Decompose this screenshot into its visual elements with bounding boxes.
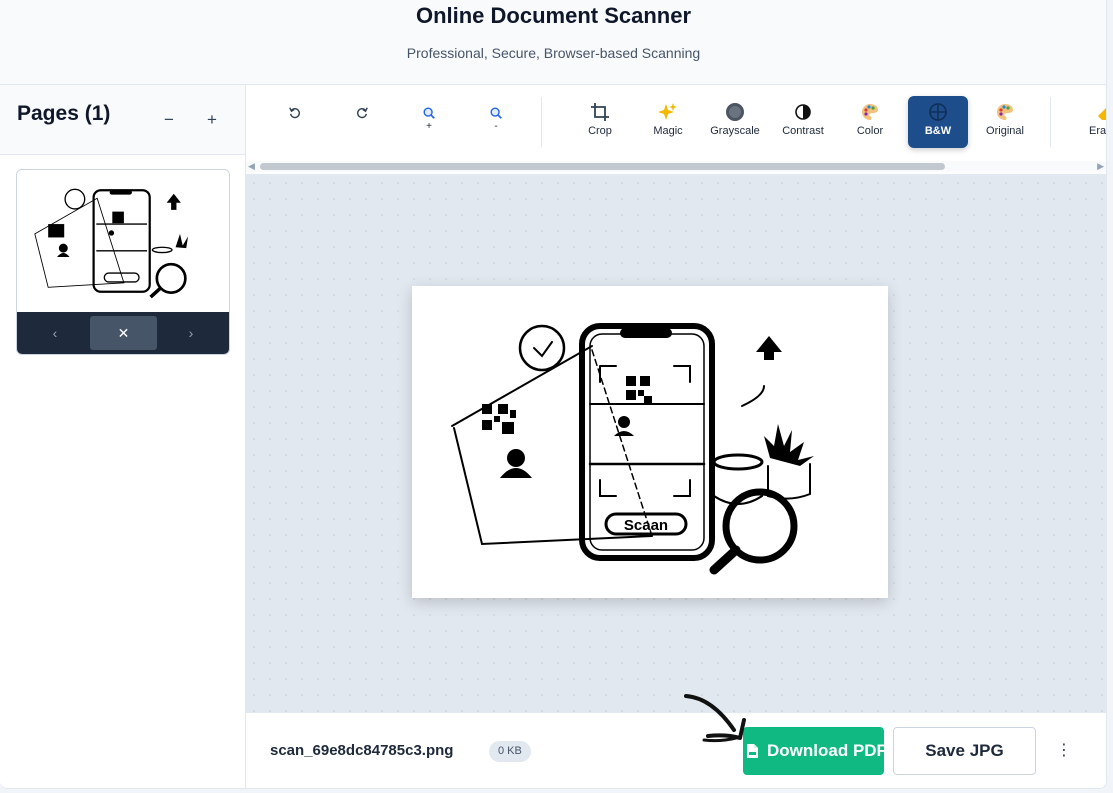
magic-button[interactable]: Magic [636, 96, 700, 148]
toolbar-divider [541, 97, 542, 147]
scanner-app: Online Document Scanner Professional, Se… [0, 0, 1107, 789]
save-jpg-button[interactable]: Save JPG [893, 727, 1036, 775]
action-footer: scan_69e8dc84785c3.png 0 KB Download PDF… [246, 712, 1106, 788]
delete-page-button[interactable]: ✕ [90, 316, 157, 350]
pages-title: Pages (1) [17, 102, 111, 125]
erase-label: Era [1089, 125, 1107, 137]
erase-button[interactable]: Era [1082, 96, 1107, 148]
zoom-out-icon [490, 107, 502, 119]
zoom-out-label: - [494, 121, 498, 132]
thumb-zoom-out-button[interactable]: − [158, 109, 180, 131]
scroll-left-arrow-icon[interactable]: ◀ [248, 161, 255, 172]
palette-icon [862, 104, 878, 120]
scanned-document-preview[interactable]: Scaan [412, 286, 888, 598]
thumb-zoom-in-button[interactable]: + [201, 109, 223, 131]
palette-icon [997, 104, 1013, 120]
pages-sidebar: Pages (1) − + ‹ ✕ › [0, 85, 246, 788]
rotate-left-icon [289, 107, 300, 119]
crop-icon [591, 103, 609, 121]
bw-label: B&W [924, 125, 952, 137]
app-header: Online Document Scanner Professional, Se… [0, 0, 1106, 85]
scan-canvas[interactable]: Scaan [246, 175, 1106, 712]
color-label: Color [856, 125, 884, 137]
toolbar-scrollbar-thumb[interactable] [260, 163, 945, 170]
annotation-arrow-icon [684, 694, 746, 743]
contrast-button[interactable]: Contrast [771, 96, 835, 148]
grayscale-label: Grayscale [710, 125, 760, 137]
rotate-right-icon [357, 107, 368, 119]
toolbar-scrollbar[interactable]: ◀ ▶ [246, 161, 1106, 172]
contrast-icon [795, 104, 811, 120]
crosshair-circle-icon [929, 103, 947, 121]
sidebar-header: Pages (1) − + [0, 85, 245, 155]
zoom-in-button[interactable]: + [397, 96, 461, 148]
thumbnail-controls: ‹ ✕ › [17, 312, 229, 354]
page-subtitle: Professional, Secure, Browser-based Scan… [406, 45, 701, 61]
color-button[interactable]: Color [838, 96, 902, 148]
grayscale-icon [726, 103, 744, 121]
move-page-right-button[interactable]: › [159, 316, 223, 350]
original-label: Original [986, 125, 1024, 137]
page-thumbnail-card[interactable]: ‹ ✕ › [16, 169, 230, 355]
original-button[interactable]: Original [973, 96, 1037, 148]
page-title: Online Document Scanner [415, 3, 692, 28]
toolbar-divider [1050, 97, 1051, 147]
contrast-label: Contrast [782, 125, 824, 137]
edit-toolbar: + - Crop Magic Grayscale Contrast Color [246, 85, 1107, 175]
sparkles-icon [658, 103, 677, 120]
more-options-icon[interactable]: ⋮ [1056, 739, 1072, 763]
magic-label: Magic [653, 125, 683, 137]
file-size-badge: 0 KB [489, 741, 531, 762]
svg-text:Scaan: Scaan [624, 517, 668, 534]
crop-button[interactable]: Crop [568, 96, 632, 148]
zoom-in-label: + [426, 121, 432, 132]
crop-label: Crop [588, 125, 612, 137]
zoom-out-button[interactable]: - [464, 96, 528, 148]
grayscale-button[interactable]: Grayscale [703, 96, 767, 148]
file-name: scan_69e8dc84785c3.png [270, 742, 454, 759]
page-thumbnail-image[interactable] [17, 170, 229, 312]
move-page-left-button[interactable]: ‹ [23, 316, 87, 350]
bw-button[interactable]: B&W [908, 96, 968, 148]
download-pdf-label: Download PDF [767, 741, 884, 760]
eraser-icon [1098, 108, 1106, 120]
rotate-right-button[interactable] [330, 96, 394, 148]
scroll-right-arrow-icon[interactable]: ▶ [1097, 161, 1104, 172]
rotate-left-button[interactable] [263, 96, 327, 148]
zoom-in-icon [423, 107, 435, 119]
download-pdf-button[interactable]: Download PDF [743, 727, 884, 775]
